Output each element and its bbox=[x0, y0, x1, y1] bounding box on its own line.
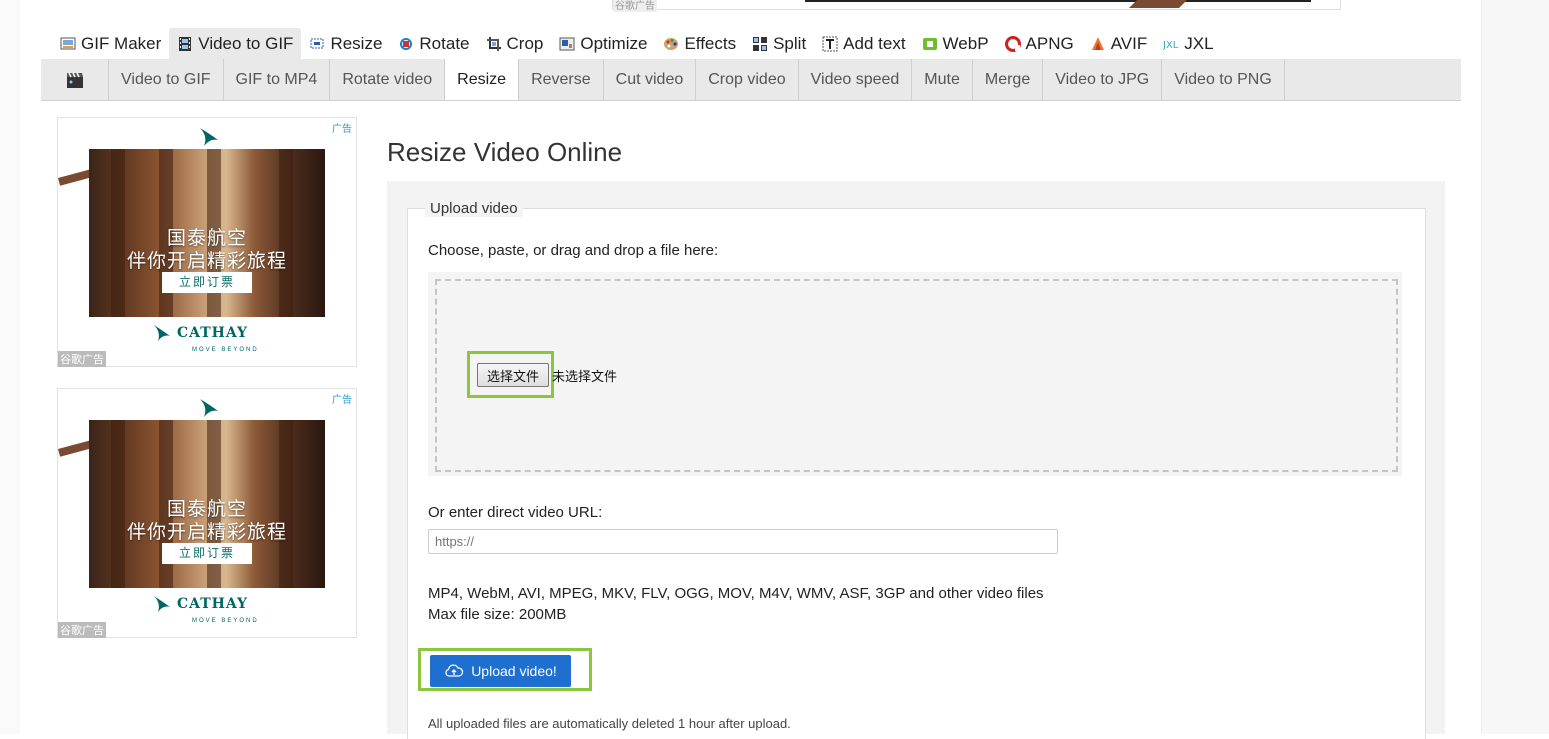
resize-icon bbox=[309, 36, 325, 52]
top-banner-ad[interactable]: 谷歌广告 bbox=[612, 0, 1341, 12]
text-icon bbox=[822, 36, 838, 52]
sub-nav-crop-video[interactable]: Crop video bbox=[696, 59, 799, 100]
main-nav-optimize[interactable]: Optimize bbox=[551, 28, 655, 59]
cathay-logo-icon bbox=[154, 596, 170, 612]
ad-subheadline: 伴你开启精彩旅程 bbox=[126, 522, 287, 543]
main-nav-resize[interactable]: Resize bbox=[301, 28, 390, 59]
choose-file-label: Choose, paste, or drag and drop a file h… bbox=[428, 242, 719, 259]
ad-brand-name: CATHAY bbox=[177, 325, 249, 341]
main-nav-apng[interactable]: APNG bbox=[997, 28, 1082, 59]
right-scroll-gutter bbox=[1481, 0, 1549, 734]
ad-cta-button[interactable]: 立即订票 bbox=[162, 272, 252, 293]
sub-nav-cut-video[interactable]: Cut video bbox=[604, 59, 697, 100]
sub-nav: Video to GIF GIF to MP4 Rotate video Res… bbox=[41, 59, 1461, 101]
cloud-upload-icon bbox=[444, 663, 464, 679]
avif-icon bbox=[1090, 36, 1106, 52]
sub-nav-rotate-video[interactable]: Rotate video bbox=[330, 59, 446, 100]
crop-icon bbox=[486, 36, 502, 52]
ad-brand-name: CATHAY bbox=[177, 596, 249, 612]
ad-label: 广告 bbox=[332, 124, 352, 135]
main-nav-label: Add text bbox=[843, 33, 906, 53]
choose-file-button[interactable]: 选择文件 bbox=[477, 363, 549, 387]
sub-nav-video-speed[interactable]: Video speed bbox=[799, 59, 913, 100]
main-nav-label: GIF Maker bbox=[81, 33, 162, 53]
apng-icon bbox=[1004, 35, 1021, 52]
sidebar-ad[interactable]: 广告 国泰航空 伴你开启精彩旅程 立即订票 CATHAY MOVE BEYOND… bbox=[57, 388, 357, 638]
main-nav-label: Rotate bbox=[419, 33, 470, 53]
main-nav-effects[interactable]: Effects bbox=[655, 28, 744, 59]
url-label: Or enter direct video URL: bbox=[428, 504, 603, 521]
jxl-icon: JXL bbox=[1163, 36, 1179, 52]
main-nav-avif[interactable]: AVIF bbox=[1082, 28, 1156, 59]
clapperboard-icon bbox=[41, 59, 109, 100]
page-title: Resize Video Online bbox=[387, 137, 623, 167]
url-input[interactable] bbox=[428, 529, 1058, 554]
sub-nav-video-to-gif[interactable]: Video to GIF bbox=[109, 59, 224, 100]
optimize-icon bbox=[559, 36, 575, 52]
main-nav-label: AVIF bbox=[1110, 33, 1148, 53]
ad-photo: 国泰航空 伴你开启精彩旅程 立即订票 bbox=[89, 149, 325, 317]
webp-icon bbox=[922, 36, 938, 52]
upload-button-label: Upload video! bbox=[471, 663, 557, 679]
main-nav-label: Optimize bbox=[580, 33, 648, 53]
cathay-logo-icon bbox=[154, 325, 170, 341]
sidebar-ad[interactable]: 广告 国泰航空 伴你开启精彩旅程 立即订票 CATHAY MOVE BEYOND… bbox=[57, 117, 357, 367]
main-nav-add-text[interactable]: Add text bbox=[814, 28, 913, 59]
ad-brand: CATHAY bbox=[153, 595, 248, 613]
main-nav-label: Resize bbox=[330, 33, 383, 53]
gif-maker-icon bbox=[60, 36, 76, 52]
ad-label: 广告 bbox=[332, 395, 352, 406]
film-strip-icon bbox=[177, 36, 193, 52]
rotate-icon bbox=[398, 36, 414, 52]
main-nav-label: JXL bbox=[1184, 33, 1214, 53]
ad-tagline: MOVE BEYOND bbox=[192, 618, 259, 624]
ad-footer-tag: 谷歌广告 bbox=[58, 351, 106, 367]
top-ad-bar bbox=[805, 0, 1311, 2]
main-nav-video-to-gif[interactable]: Video to GIF bbox=[169, 28, 302, 59]
supported-formats: MP4, WebM, AVI, MPEG, MKV, FLV, OGG, MOV… bbox=[428, 585, 1044, 602]
main-nav: GIF Maker Video to GIF Resize Rotate Cro… bbox=[52, 28, 1222, 59]
max-file-size: Max file size: 200MB bbox=[428, 606, 567, 623]
main-nav-webp[interactable]: WebP bbox=[914, 28, 997, 59]
ad-brand: CATHAY bbox=[153, 324, 248, 342]
ad-photo: 国泰航空 伴你开启精彩旅程 立即订票 bbox=[89, 420, 325, 588]
ad-subheadline: 伴你开启精彩旅程 bbox=[126, 251, 287, 272]
sub-nav-mute[interactable]: Mute bbox=[912, 59, 973, 100]
upload-button[interactable]: Upload video! bbox=[430, 655, 571, 687]
main-nav-label: APNG bbox=[1025, 33, 1074, 53]
sub-nav-resize[interactable]: Resize bbox=[445, 59, 520, 100]
main-nav-split[interactable]: Split bbox=[744, 28, 814, 59]
sub-nav-video-to-png[interactable]: Video to PNG bbox=[1162, 59, 1285, 100]
sub-nav-reverse[interactable]: Reverse bbox=[519, 59, 604, 100]
split-icon bbox=[752, 36, 768, 52]
palette-icon bbox=[663, 36, 679, 52]
top-ad-tag: 谷歌广告 bbox=[613, 0, 657, 12]
main-nav-label: Video to GIF bbox=[198, 33, 294, 53]
main-nav-label: Split bbox=[773, 33, 807, 53]
main-nav-crop[interactable]: Crop bbox=[478, 28, 552, 59]
ad-cta-button[interactable]: 立即订票 bbox=[162, 543, 252, 564]
upload-legend: Upload video bbox=[425, 200, 523, 217]
main-nav-gif-maker[interactable]: GIF Maker bbox=[52, 28, 169, 59]
sub-nav-gif-to-mp4[interactable]: GIF to MP4 bbox=[224, 59, 331, 100]
main-nav-label: Crop bbox=[506, 33, 544, 53]
sub-nav-merge[interactable]: Merge bbox=[973, 59, 1044, 100]
svg-text:JXL: JXL bbox=[1163, 40, 1179, 51]
main-nav-label: WebP bbox=[942, 33, 989, 53]
main-nav-rotate[interactable]: Rotate bbox=[390, 28, 477, 59]
main-nav-jxl[interactable]: JXL JXL bbox=[1155, 28, 1221, 59]
ad-tagline: MOVE BEYOND bbox=[192, 347, 259, 353]
left-gutter bbox=[0, 0, 20, 734]
deletion-note: All uploaded files are automatically del… bbox=[428, 716, 791, 731]
main-nav-label: Effects bbox=[684, 33, 737, 53]
file-status: 未选择文件 bbox=[552, 369, 618, 384]
sub-nav-video-to-jpg[interactable]: Video to JPG bbox=[1043, 59, 1163, 100]
ad-footer-tag: 谷歌广告 bbox=[58, 622, 106, 638]
top-ad-swoosh bbox=[1129, 0, 1187, 8]
